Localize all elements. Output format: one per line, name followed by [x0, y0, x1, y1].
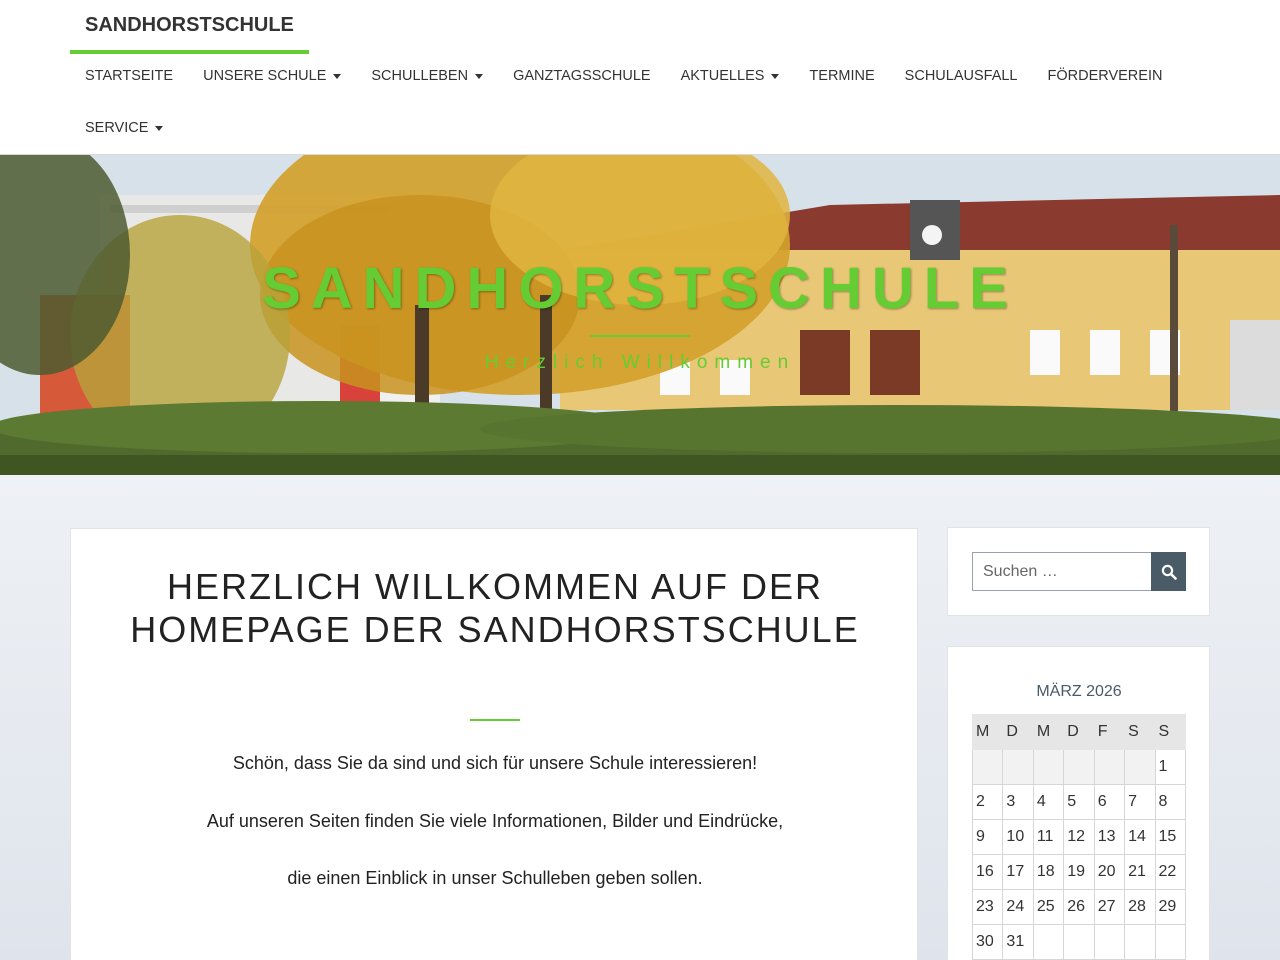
calendar-empty-cell [1124, 749, 1156, 785]
header-banner: SANDHORSTSCHULE Herzlich Willkommen [0, 155, 1280, 475]
intro-paragraph-1: Schön, dass Sie da sind und sich für uns… [232, 753, 758, 773]
calendar-day: 9 [971, 819, 1004, 855]
calendar-day: 19 [1063, 854, 1095, 890]
calendar-empty-cell [971, 749, 1004, 785]
banner-title: SANDHORSTSCHULE [262, 256, 1018, 321]
calendar-week-row: 30 31 [971, 924, 1187, 960]
calendar-day: 21 [1124, 854, 1156, 890]
main-article: HERZLICH WILLKOMMEN AUF DER HOMEPAGE DER… [70, 528, 918, 960]
nav-item-label: SCHULLEBEN [371, 68, 469, 84]
nav-item-label: STARTSEITE [85, 68, 174, 84]
title-divider [470, 719, 520, 721]
nav-item-label: FÖRDERVEREIN [1047, 68, 1163, 84]
calendar-empty-cell [1093, 924, 1126, 960]
search-widget [947, 527, 1210, 616]
calendar-weekday-row: MDMDFSS [971, 714, 1187, 750]
calendar-weekday: F [1093, 714, 1126, 750]
calendar-empty-cell [1032, 924, 1065, 960]
calendar-weekday: S [1154, 714, 1187, 750]
calendar-week-row: 23 24 25 26 27 28 29 [971, 889, 1187, 925]
calendar-day: 29 [1154, 889, 1187, 925]
nav-item-schulausfall[interactable]: SCHULAUSFALL [890, 50, 1033, 102]
search-input[interactable] [972, 552, 1152, 591]
calendar-caption: MÄRZ 2026 [1036, 683, 1122, 700]
calendar-day: 27 [1093, 889, 1126, 925]
nav-item-label: GANZTAGSSCHULE [513, 68, 651, 84]
calendar-empty-cell [1124, 924, 1156, 960]
nav-item-förderverein[interactable]: FÖRDERVEREIN [1033, 50, 1178, 102]
calendar-empty-cell [1032, 749, 1065, 785]
caret-down-icon [771, 73, 780, 79]
main-navigation: STARTSEITE UNSERE SCHULE SCHULLEBEN GANZTAG… [70, 50, 1210, 154]
calendar-widget: MÄRZ 2026 MDMDFSS 1 2 3 4 5 6 7 8 9 10 11 12 13 14 15 1… [947, 646, 1210, 960]
calendar-weekday: S [1124, 714, 1156, 750]
calendar-empty-cell [1063, 749, 1095, 785]
nav-item-label: SCHULAUSFALL [904, 68, 1018, 84]
nav-item-termine[interactable]: TERMINE [794, 50, 889, 102]
nav-item-service[interactable]: SERVICE [70, 102, 178, 154]
calendar-day: 1 [1154, 749, 1187, 785]
calendar-day: 11 [1032, 819, 1065, 855]
calendar-day: 16 [971, 854, 1004, 890]
nav-item-label: UNSERE SCHULE [203, 68, 327, 84]
calendar-day: 5 [1063, 784, 1095, 820]
caret-down-icon [475, 73, 484, 79]
nav-item-unsere-schule[interactable]: UNSERE SCHULE [188, 50, 356, 102]
calendar-weekday: D [1002, 714, 1034, 750]
calendar-table: MDMDFSS 1 2 3 4 5 6 7 8 9 10 11 12 13 14 15 16 17 18 19 20 2… [971, 714, 1187, 960]
calendar-week-row: 16 17 18 19 20 21 22 [971, 854, 1187, 890]
calendar-day: 13 [1093, 819, 1126, 855]
calendar-empty-cell [1154, 924, 1187, 960]
nav-item-schulleben[interactable]: SCHULLEBEN [356, 50, 498, 102]
calendar-day: 12 [1063, 819, 1095, 855]
intro-paragraph-3: die einen Einblick in unser Schulleben g… [287, 868, 703, 888]
calendar-day: 8 [1154, 784, 1187, 820]
calendar-day: 15 [1154, 819, 1187, 855]
search-icon [1161, 564, 1177, 580]
nav-item-label: AKTUELLES [680, 68, 765, 84]
calendar-day: 20 [1093, 854, 1126, 890]
nav-item-aktuelles[interactable]: AKTUELLES [666, 50, 795, 102]
calendar-week-row: 1 [971, 749, 1187, 785]
calendar-day: 4 [1032, 784, 1065, 820]
calendar-day: 7 [1124, 784, 1156, 820]
calendar-day: 10 [1002, 819, 1034, 855]
calendar-day: 6 [1093, 784, 1126, 820]
nav-item-label: TERMINE [809, 68, 875, 84]
calendar-day: 2 [971, 784, 1004, 820]
calendar-day: 3 [1002, 784, 1034, 820]
calendar-empty-cell [1093, 749, 1126, 785]
banner-divider [590, 335, 690, 337]
banner-subtitle: Herzlich Willkommen [484, 352, 796, 373]
site-header: SANDHORSTSCHULE STARTSEITE UNSERE SCHULE S… [0, 0, 1280, 155]
nav-item-ganztagsschule[interactable]: GANZTAGSSCHULE [498, 50, 666, 102]
calendar-body: 1 2 3 4 5 6 7 8 9 10 11 12 13 14 15 16 17 18 19 20 21 22 23 24 2… [971, 749, 1187, 960]
calendar-weekday: D [1063, 714, 1095, 750]
calendar-week-row: 2345678 [971, 784, 1187, 820]
page-title: HERZLICH WILLKOMMEN AUF DER HOMEPAGE DER… [130, 566, 860, 650]
calendar-day: 17 [1002, 854, 1034, 890]
search-button[interactable] [1151, 552, 1186, 591]
caret-down-icon [333, 73, 342, 79]
nav-item-startseite[interactable]: STARTSEITE [70, 50, 188, 102]
nav-item-label: SERVICE [85, 120, 149, 136]
calendar-day: 24 [1002, 889, 1034, 925]
caret-down-icon [155, 125, 164, 131]
calendar-day: 30 [971, 924, 1004, 960]
calendar-day: 23 [971, 889, 1004, 925]
calendar-day: 14 [1124, 819, 1156, 855]
calendar-day: 26 [1063, 889, 1095, 925]
intro-paragraph-2: Auf unseren Seiten finden Sie viele Info… [206, 811, 784, 831]
calendar-weekday: M [971, 714, 1004, 750]
calendar-empty-cell [1002, 749, 1034, 785]
calendar-empty-cell [1063, 924, 1095, 960]
calendar-weekday: M [1032, 714, 1065, 750]
calendar-week-row: 9 10 11 12 13 14 15 [971, 819, 1187, 855]
calendar-day: 22 [1154, 854, 1187, 890]
calendar-day: 31 [1002, 924, 1034, 960]
calendar-day: 18 [1032, 854, 1065, 890]
calendar-day: 28 [1124, 889, 1156, 925]
site-brand-link[interactable]: SANDHORSTSCHULE [70, 0, 309, 54]
calendar-day: 25 [1032, 889, 1065, 925]
